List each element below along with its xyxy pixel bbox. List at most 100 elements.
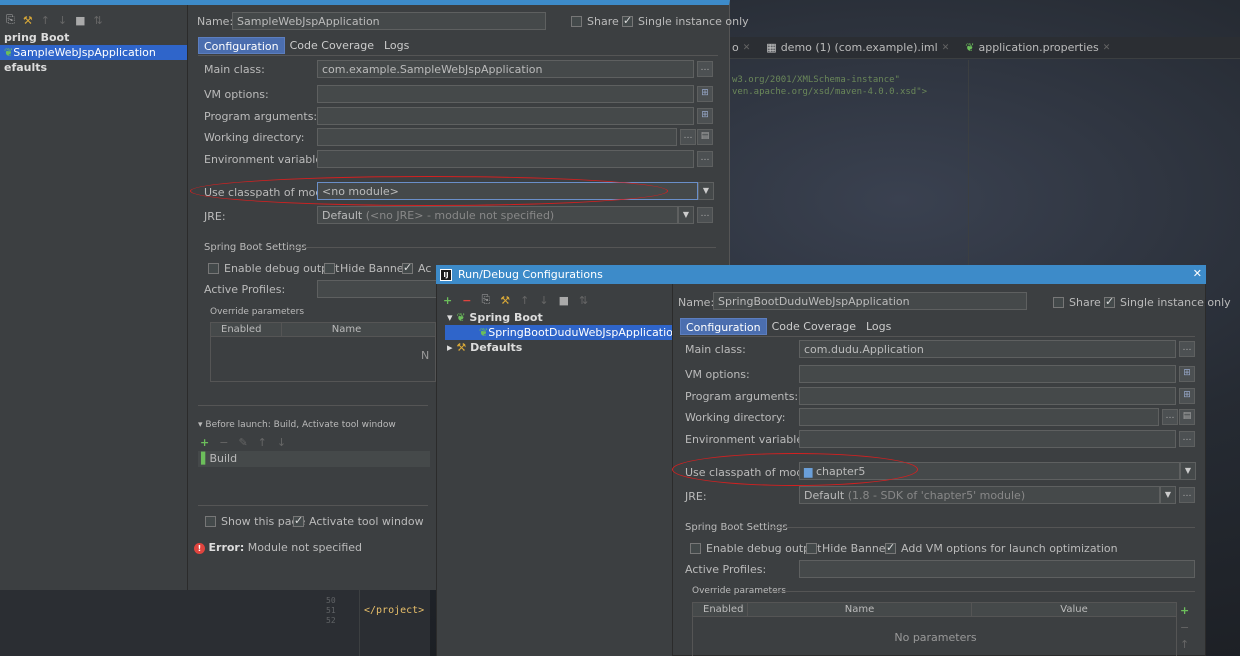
tree-group-spring-boot[interactable]: ▾ ❦ Spring Boot <box>437 310 672 325</box>
arrow-down-icon[interactable]: ↓ <box>58 14 67 27</box>
enable-debug-checkbox[interactable]: Enable debug output <box>690 542 821 555</box>
share-checkbox[interactable]: Share <box>1053 296 1101 309</box>
vm-options-input[interactable] <box>317 85 694 103</box>
more-button[interactable]: … <box>697 61 713 77</box>
chevron-down-icon[interactable]: ▼ <box>678 206 694 224</box>
chevron-down-icon[interactable]: ▼ <box>1160 486 1176 504</box>
more-button[interactable]: … <box>1162 409 1178 425</box>
macro-icon[interactable]: ▤ <box>1179 409 1195 425</box>
classpath-select[interactable]: ▆ chapter5 <box>799 462 1180 480</box>
triangle-right-icon[interactable]: ▸ <box>447 341 456 354</box>
add-vm-checkbox[interactable]: Ac <box>402 261 431 275</box>
share-checkbox[interactable]: Share <box>571 15 619 28</box>
checkbox-icon[interactable] <box>571 16 582 27</box>
tree-group-spring-boot[interactable]: pring Boot <box>0 30 187 45</box>
tree-item-defaults[interactable]: ▸ ⚒ Defaults <box>437 340 672 355</box>
classpath-select[interactable]: <no module> <box>317 182 698 200</box>
sort-icon[interactable]: ⇅ <box>579 294 588 307</box>
checkbox-icon[interactable] <box>324 263 335 274</box>
main-class-input[interactable]: com.example.SampleWebJspApplication <box>317 60 694 78</box>
single-instance-checkbox[interactable]: Single instance only <box>1104 295 1231 309</box>
editor-tab[interactable]: ▦ demo (1) (com.example).iml ✕ <box>766 41 949 54</box>
sort-icon[interactable]: ⇅ <box>94 14 103 27</box>
checkbox-icon[interactable] <box>622 14 633 27</box>
folder-icon[interactable]: ■ <box>559 294 569 307</box>
remove-icon[interactable]: − <box>462 294 471 307</box>
chevron-down-icon[interactable]: ▼ <box>698 182 714 200</box>
close-icon[interactable]: ✕ <box>942 43 950 53</box>
add-icon[interactable]: + <box>200 436 209 449</box>
working-dir-input[interactable] <box>317 128 677 146</box>
tree-item-defaults[interactable]: efaults <box>0 60 187 75</box>
program-args-input[interactable] <box>799 387 1176 405</box>
arrow-down-icon[interactable]: ↓ <box>277 436 286 449</box>
checkbox-icon[interactable] <box>205 516 216 527</box>
env-vars-input[interactable] <box>317 150 694 168</box>
remove-icon[interactable]: − <box>219 436 228 449</box>
checkbox-icon[interactable] <box>885 541 896 554</box>
checkbox-icon[interactable] <box>402 261 413 274</box>
checkbox-icon[interactable] <box>1104 295 1115 308</box>
checkbox-icon[interactable] <box>293 514 304 527</box>
arrow-up-icon[interactable]: ↑ <box>1180 638 1189 651</box>
checkbox-icon[interactable] <box>690 543 701 554</box>
expand-icon[interactable]: ⊞ <box>1179 388 1195 404</box>
activate-tool-window-checkbox[interactable]: Activate tool window <box>293 514 424 528</box>
chevron-down-icon[interactable]: ▼ <box>1180 462 1196 480</box>
macro-icon[interactable]: ▤ <box>697 129 713 145</box>
tree-item-selected[interactable]: ❦SampleWebJspApplication <box>0 45 187 60</box>
close-icon[interactable]: ✕ <box>743 43 751 53</box>
env-vars-input[interactable] <box>799 430 1176 448</box>
edit-icon[interactable]: ✎ <box>238 436 247 449</box>
triangle-down-icon[interactable]: ▾ <box>447 311 456 324</box>
arrow-up-icon[interactable]: ↑ <box>41 14 50 27</box>
list-item[interactable]: ▌Build <box>198 451 430 467</box>
name-input[interactable]: SampleWebJspApplication <box>232 12 546 30</box>
arrow-down-icon[interactable]: ↓ <box>539 294 548 307</box>
expand-icon[interactable]: ⊞ <box>697 108 713 124</box>
working-dir-input[interactable] <box>799 408 1159 426</box>
expand-icon[interactable]: ⊞ <box>697 86 713 102</box>
active-profiles-input[interactable] <box>799 560 1195 578</box>
folder-icon[interactable]: ■ <box>75 14 85 27</box>
wrench-icon[interactable]: ⚒ <box>23 14 33 27</box>
checkbox-icon[interactable] <box>806 543 817 554</box>
hide-banner-checkbox[interactable]: Hide Banner <box>324 262 408 275</box>
wrench-icon[interactable]: ⚒ <box>500 294 510 307</box>
name-input[interactable]: SpringBootDuduWebJspApplication <box>713 292 1027 310</box>
add-icon[interactable]: + <box>1180 604 1189 617</box>
jre-select[interactable]: Default (1.8 - SDK of 'chapter5' module) <box>799 486 1160 504</box>
arrow-up-icon[interactable]: ↑ <box>520 294 529 307</box>
checkbox-icon[interactable] <box>208 263 219 274</box>
copy-icon[interactable]: ⎘ <box>481 293 490 307</box>
tab-code-coverage[interactable]: Code Coverage <box>767 318 861 335</box>
jre-select[interactable]: Default (<no JRE> - module not specified… <box>317 206 678 224</box>
checkbox-icon[interactable] <box>1053 297 1064 308</box>
arrow-up-icon[interactable]: ↑ <box>258 436 267 449</box>
close-icon[interactable]: ✕ <box>1103 43 1111 53</box>
add-icon[interactable]: + <box>443 294 452 307</box>
program-args-input[interactable] <box>317 107 694 125</box>
tab-code-coverage[interactable]: Code Coverage <box>285 37 379 54</box>
editor-tab[interactable]: ❦ application.properties ✕ <box>965 41 1110 54</box>
active-profiles-input[interactable] <box>317 280 437 298</box>
expand-icon[interactable]: ⊞ <box>1179 366 1195 382</box>
vm-options-input[interactable] <box>799 365 1176 383</box>
add-vm-checkbox[interactable]: Add VM options for launch optimization <box>885 541 1118 555</box>
tab-logs[interactable]: Logs <box>379 37 414 54</box>
tab-configuration[interactable]: Configuration <box>198 37 285 54</box>
copy-icon[interactable]: ⎘ <box>6 13 15 27</box>
tab-configuration[interactable]: Configuration <box>680 318 767 335</box>
more-button[interactable]: … <box>697 207 713 223</box>
enable-debug-checkbox[interactable]: Enable debug output <box>208 262 339 275</box>
editor-tab[interactable]: o ✕ <box>732 41 750 54</box>
main-class-input[interactable]: com.dudu.Application <box>799 340 1176 358</box>
single-instance-checkbox[interactable]: Single instance only <box>622 14 749 28</box>
more-button[interactable]: … <box>697 151 713 167</box>
tree-item-selected[interactable]: ❦SpringBootDuduWebJspApplication <box>445 325 672 340</box>
close-icon[interactable]: ✕ <box>1193 267 1202 280</box>
more-button[interactable]: … <box>1179 341 1195 357</box>
show-page-checkbox[interactable]: Show this page <box>205 515 305 528</box>
hide-banner-checkbox[interactable]: Hide Banner <box>806 542 890 555</box>
remove-icon[interactable]: − <box>1180 621 1189 634</box>
